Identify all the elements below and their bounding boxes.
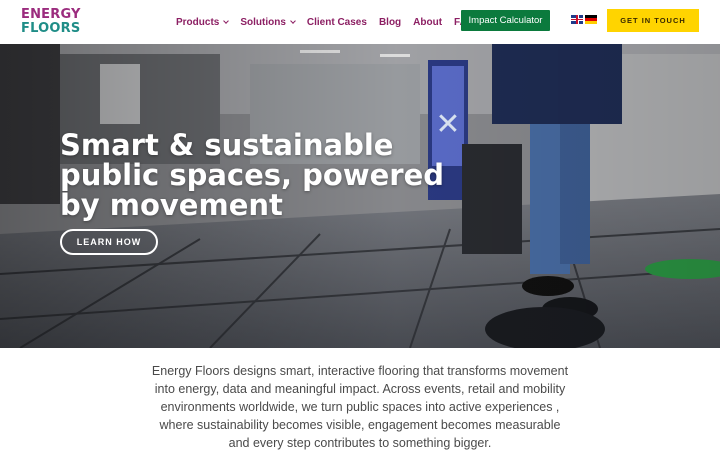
nav-item-blog[interactable]: Blog xyxy=(379,17,401,28)
chevron-down-icon xyxy=(223,17,230,24)
impact-calculator-button[interactable]: Impact Calculator xyxy=(461,10,550,31)
energy-floors-logo[interactable]: ENERGY FLOORS xyxy=(21,8,91,36)
hero-title: Smart & sustainable public spaces, power… xyxy=(60,128,445,222)
nav-label-products: Products xyxy=(176,16,220,28)
intro-paragraph: Energy Floors designs smart, interactive… xyxy=(151,364,569,450)
get-in-touch-button[interactable]: GET IN TOUCH xyxy=(607,9,699,32)
german-flag-icon[interactable] xyxy=(585,15,597,24)
nav-item-solutions[interactable]: Solutions xyxy=(240,16,296,28)
nav-item-products[interactable]: Products xyxy=(176,16,230,28)
logo-line-1: ENERGY xyxy=(21,7,81,22)
site-header: ENERGY FLOORS Products Solutions Client … xyxy=(0,0,720,44)
learn-how-button[interactable]: LEARN HOW xyxy=(60,229,158,255)
logo-line-2: FLOORS xyxy=(21,21,81,36)
main-nav: Products Solutions Client Cases Blog Abo… xyxy=(176,0,487,44)
hero-section: ✕ Smart & sustainable public spaces, pow… xyxy=(0,44,720,348)
nav-item-client-cases[interactable]: Client Cases xyxy=(307,17,367,28)
nav-item-about[interactable]: About xyxy=(413,17,442,28)
nav-label-solutions: Solutions xyxy=(240,16,286,28)
english-flag-icon[interactable] xyxy=(571,15,583,24)
chevron-down-icon xyxy=(290,17,296,24)
